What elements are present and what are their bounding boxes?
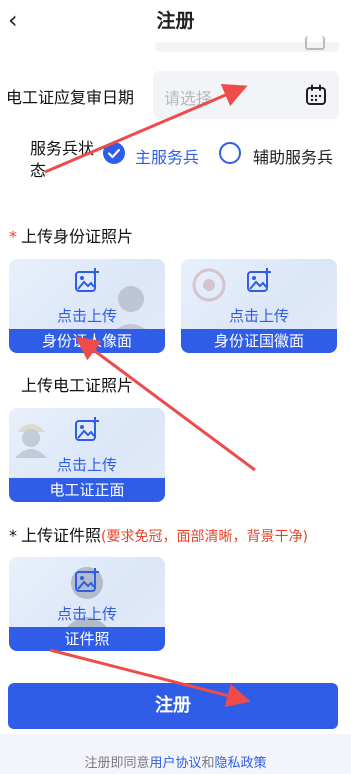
previous-field-edge — [155, 36, 339, 52]
privacy-policy-link[interactable]: 隐私政策 — [215, 756, 267, 771]
agreement-prefix: 注册即同意 — [84, 756, 150, 771]
id-back-upload-card[interactable]: 点击上传 身份证国徽面 — [181, 259, 337, 353]
user-agreement-link[interactable]: 用户协议 — [149, 756, 201, 771]
radio-main-service-checked[interactable] — [103, 142, 125, 164]
upload-label: 点击上传 — [56, 307, 117, 325]
add-image-icon — [75, 417, 99, 441]
check-icon — [107, 148, 121, 159]
upload-label: 点击上传 — [228, 307, 289, 325]
add-image-icon — [247, 268, 271, 292]
required-mark: * — [9, 526, 17, 545]
elec-cert-upload-card[interactable]: 点击上传 电工证正面 — [9, 408, 165, 502]
review-date-placeholder: 请选择 — [164, 89, 213, 108]
calendar-icon[interactable] — [305, 84, 327, 110]
id-photo-section-heading: * 上传证件照(要求免冠，面部清晰，背景干净) — [9, 522, 308, 546]
id-back-caption: 身份证国徽面 — [181, 329, 337, 353]
worker-watermark-icon — [15, 424, 47, 458]
required-mark: * — [9, 227, 17, 246]
register-button[interactable]: 注册 — [8, 683, 338, 729]
id-photo-upload-card[interactable]: 点击上传 证件照 — [9, 557, 165, 651]
id-photo-section-text: 上传证件照 — [21, 526, 102, 545]
id-photo-title-text: 上传身份证照片 — [21, 227, 134, 246]
radio-assist-service[interactable] — [219, 142, 241, 164]
review-date-label: 电工证应复审日期 — [6, 88, 135, 107]
emblem-watermark-icon — [192, 268, 226, 302]
id-photo-section-title: * 上传身份证照片 — [9, 223, 133, 247]
service-status-label-line2: 态 — [30, 161, 47, 180]
option-assist-service[interactable]: 辅助服务兵 — [253, 144, 333, 168]
elec-cert-caption: 电工证正面 — [9, 478, 165, 502]
id-front-upload-card[interactable]: 点击上传 身份证人像面 — [9, 259, 165, 353]
agreement-text: 注册即同意用户协议和隐私政策 — [0, 752, 351, 771]
elec-cert-section-title: 上传电工证照片 — [21, 376, 134, 395]
calendar-icon-partial — [305, 36, 325, 50]
review-date-select[interactable]: 请选择 — [153, 71, 339, 119]
agreement-and: 和 — [201, 756, 215, 771]
service-status-label: 服务兵状 — [30, 139, 95, 158]
upload-label: 点击上传 — [56, 456, 117, 474]
add-image-icon — [75, 268, 99, 292]
page-title: 注册 — [156, 10, 195, 32]
upload-label: 点击上传 — [56, 605, 117, 623]
id-front-caption: 身份证人像面 — [9, 329, 165, 353]
add-image-icon — [75, 568, 99, 592]
id-photo-requirement-hint: (要求免冠，面部清晰，背景干净) — [101, 529, 308, 545]
id-photo-caption: 证件照 — [9, 627, 165, 651]
option-main-service[interactable]: 主服务兵 — [135, 144, 199, 168]
